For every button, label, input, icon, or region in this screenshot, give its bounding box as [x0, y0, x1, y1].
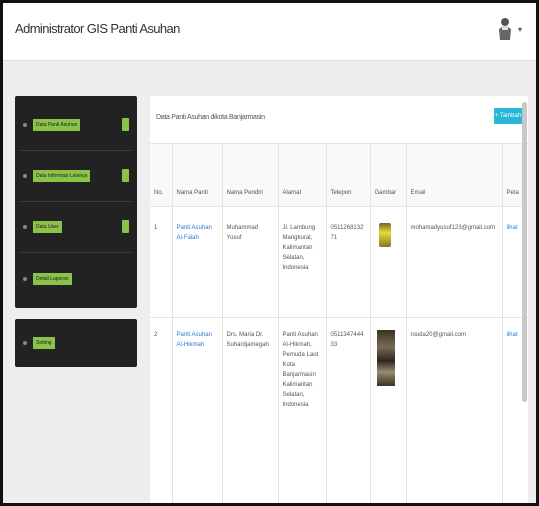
bullet-icon	[23, 276, 27, 281]
cell-pendiri: Drs. Maria Dr. Suhardjamegah	[222, 317, 279, 503]
sidebar-item-label: Detail Laporan	[33, 272, 72, 285]
cell-nama-panti-link[interactable]: Panti Asuhan Al-Hikmah	[172, 317, 223, 503]
sidebar-item-detail-laporan[interactable]: Detail Laporan	[20, 253, 132, 304]
cell-email: mohamadyusuf123@gmail.com	[406, 206, 503, 318]
bullet-icon	[23, 225, 27, 229]
table-header-row: No. Nama Panti Nama Pendiri Alamat Telep…	[150, 144, 528, 207]
column-header: Nama Panti	[172, 144, 223, 207]
user-menu[interactable]: ▾	[496, 16, 522, 42]
user-avatar-icon[interactable]	[496, 16, 514, 42]
cell-nama-panti-link[interactable]: Panti Asuhan Al-Falah	[172, 206, 223, 318]
bullet-icon	[23, 341, 27, 345]
bullet-icon	[23, 174, 27, 178]
table-row: 1 Panti Asuhan Al-Falah Muhammad Yusuf J…	[150, 206, 528, 318]
cell-gambar	[370, 317, 407, 503]
cell-email: rouda20@gmail.com	[406, 317, 503, 503]
bullet-icon	[23, 123, 27, 127]
chevron-down-icon[interactable]: ▾	[518, 25, 522, 34]
column-header: Email	[406, 144, 503, 207]
cell-telepon: 051126813271	[326, 206, 371, 318]
sidebar-item-data-panti[interactable]: Data Panti Asuhan	[20, 100, 132, 151]
sidebar-menu: Data Panti Asuhan Data Informasi Lainnya…	[15, 96, 137, 308]
main-panel: Data Panti Asuhan dikota Banjarmasin + T…	[150, 96, 528, 503]
page-title: Data Panti Asuhan dikota Banjarmasin	[156, 114, 265, 121]
cell-no: 2	[150, 317, 173, 503]
sidebar-item-data-informasi[interactable]: Data Informasi Lainnya	[20, 151, 132, 202]
cell-gambar	[370, 206, 407, 318]
cell-alamat: Panti Asuhan Al-Hikmah, Pemuda Laut Kota…	[278, 317, 327, 503]
badge	[122, 220, 129, 233]
sidebar-item-label: Setting	[33, 337, 55, 349]
sidebar-item-setting[interactable]: Setting	[20, 337, 55, 349]
cell-no: 1	[150, 206, 173, 318]
column-header: Telepon	[326, 144, 371, 207]
app-title[interactable]: Administrator GIS Panti Asuhan	[15, 21, 180, 36]
sidebar-item-data-user[interactable]: Data User	[20, 202, 132, 253]
table-row: 2 Panti Asuhan Al-Hikmah Drs. Maria Dr. …	[150, 317, 528, 503]
sidebar-item-label: Data Panti Asuhan	[33, 119, 81, 131]
sidebar-item-label: Data User	[33, 221, 62, 233]
vertical-scrollbar[interactable]	[522, 102, 527, 402]
badge	[122, 169, 129, 182]
sidebar-settings-group: Setting	[15, 319, 137, 367]
panti-photo-thumbnail[interactable]	[376, 329, 395, 386]
top-navbar: Administrator GIS Panti Asuhan ▾	[3, 3, 536, 61]
sidebar: Data Panti Asuhan Data Informasi Lainnya…	[15, 96, 137, 367]
data-table: No. Nama Panti Nama Pendiri Alamat Telep…	[150, 144, 528, 503]
cell-pendiri: Muhammad Yusuf	[222, 206, 279, 318]
panti-photo-thumbnail[interactable]	[378, 222, 391, 247]
column-header: Alamat	[278, 144, 327, 207]
badge	[122, 118, 129, 131]
column-header: Nama Pendiri	[222, 144, 279, 207]
column-header: Gambar	[370, 144, 407, 207]
sidebar-item-label: Data Informasi Lainnya	[33, 170, 91, 182]
cell-alamat: Jl. Lambung Mangkurat, Kalimantan Selata…	[278, 206, 327, 318]
column-header: No.	[150, 144, 173, 207]
panel-header: Data Panti Asuhan dikota Banjarmasin + T…	[150, 96, 528, 144]
add-button[interactable]: + Tambah	[494, 108, 522, 124]
app-window: Administrator GIS Panti Asuhan ▾ Data Pa…	[0, 0, 539, 506]
cell-telepon: 051134744433	[326, 317, 371, 503]
